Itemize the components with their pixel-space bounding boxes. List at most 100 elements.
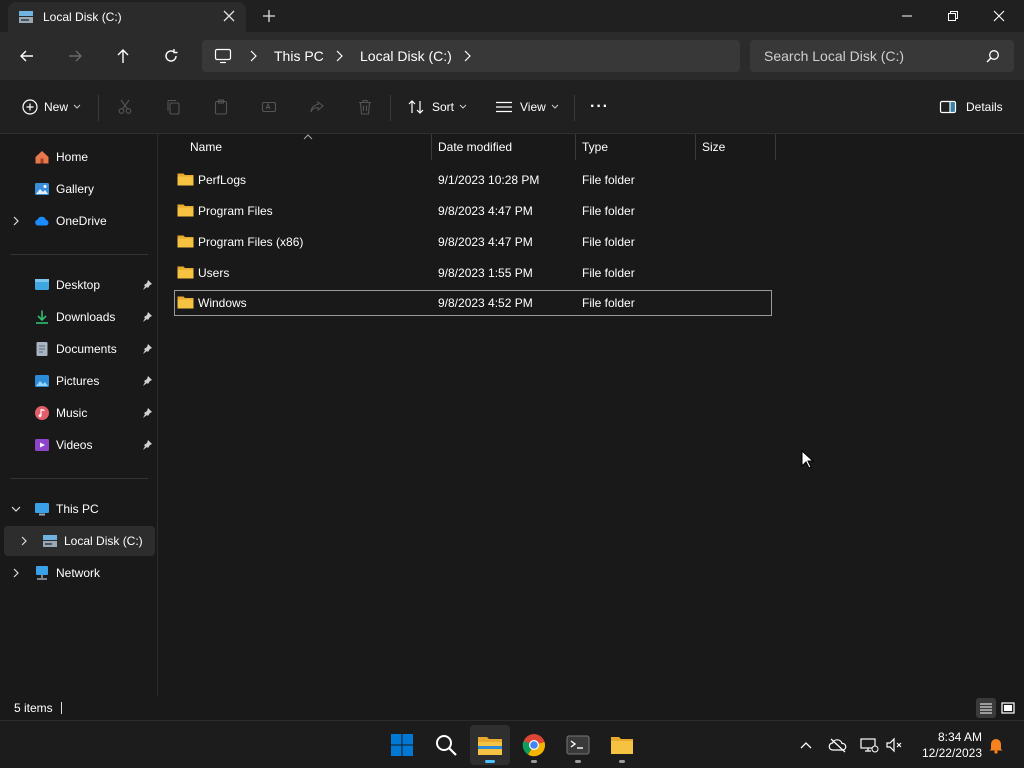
file-date: 9/8/2023 4:47 PM <box>438 235 533 249</box>
column-header-type[interactable]: Type <box>576 134 696 160</box>
chevron-right-icon[interactable] <box>462 50 472 62</box>
file-date: 9/8/2023 1:55 PM <box>438 266 533 280</box>
sidebar-item-downloads[interactable]: Downloads <box>0 302 155 332</box>
sidebar-label-music: Music <box>56 406 88 420</box>
close-window-button[interactable] <box>976 0 1022 32</box>
toolbar-divider <box>390 95 391 121</box>
onedrive-tray-button[interactable] <box>828 735 848 755</box>
sidebar-item-home[interactable]: Home <box>0 142 155 172</box>
sidebar-item-this-pc[interactable]: This PC <box>0 494 155 524</box>
rename-button[interactable] <box>259 97 279 117</box>
breadcrumb-this-pc[interactable]: This PC <box>274 48 324 64</box>
sidebar-item-local-disk[interactable]: Local Disk (C:) <box>0 526 155 556</box>
cloud-offline-icon <box>828 738 847 753</box>
details-button[interactable]: Details <box>938 97 1003 117</box>
file-name: Program Files (x86) <box>198 235 304 249</box>
view-button[interactable]: View <box>494 97 559 117</box>
gallery-icon <box>34 181 50 197</box>
taskbar-file-explorer-active[interactable] <box>470 725 510 765</box>
column-header-name[interactable]: Name <box>160 134 432 160</box>
sidebar-item-videos[interactable]: Videos <box>0 430 155 460</box>
file-row[interactable]: Program Files 9/8/2023 4:47 PM File fold… <box>174 198 772 224</box>
taskbar-folder[interactable] <box>602 725 642 765</box>
paste-button[interactable] <box>211 97 231 117</box>
pin-icon <box>143 344 152 354</box>
sidebar-item-onedrive[interactable]: OneDrive <box>0 206 155 236</box>
taskbar-search-button[interactable] <box>426 725 466 765</box>
search-box[interactable]: Search Local Disk (C:) <box>750 40 1014 72</box>
file-type: File folder <box>582 266 635 280</box>
sidebar-divider <box>10 254 148 255</box>
documents-icon <box>34 341 50 357</box>
sidebar-item-network[interactable]: Network <box>0 558 155 588</box>
sidebar-item-music[interactable]: Music <box>0 398 155 428</box>
network-tray-button[interactable] <box>859 735 879 755</box>
sidebar-item-desktop[interactable]: Desktop <box>0 270 155 300</box>
rename-icon <box>259 97 279 117</box>
status-divider <box>61 702 62 714</box>
system-clock[interactable]: 8:34 AM 12/22/2023 <box>922 729 982 761</box>
running-indicator <box>619 760 625 763</box>
file-row[interactable]: Program Files (x86) 9/8/2023 4:47 PM Fil… <box>174 229 772 255</box>
copy-button[interactable] <box>163 97 183 117</box>
volume-tray-button[interactable] <box>885 735 905 755</box>
column-header-size[interactable]: Size <box>696 134 776 160</box>
details-view-button[interactable] <box>976 698 996 718</box>
taskbar-chrome[interactable] <box>514 725 554 765</box>
taskbar: 8:34 AM 12/22/2023 <box>0 720 1024 768</box>
minimize-button[interactable] <box>884 0 930 32</box>
forward-button[interactable] <box>63 44 87 68</box>
sort-button[interactable]: Sort <box>406 97 467 117</box>
file-row[interactable]: Users 9/8/2023 1:55 PM File folder <box>174 260 772 286</box>
file-row[interactable]: PerfLogs 9/1/2023 10:28 PM File folder <box>174 167 772 193</box>
notifications-button[interactable] <box>986 735 1006 755</box>
delete-button[interactable] <box>355 97 375 117</box>
mouse-cursor-icon <box>801 450 815 469</box>
breadcrumb-local-disk[interactable]: Local Disk (C:) <box>360 48 452 64</box>
new-tab-icon[interactable] <box>262 9 276 23</box>
pin-icon <box>143 440 152 450</box>
column-size-label: Size <box>702 140 726 154</box>
cut-button[interactable] <box>115 97 135 117</box>
search-input[interactable]: Search Local Disk (C:) <box>764 48 904 64</box>
back-button[interactable] <box>15 44 39 68</box>
sidebar-item-pictures[interactable]: Pictures <box>0 366 155 396</box>
file-type: File folder <box>582 204 635 218</box>
sidebar-label-downloads: Downloads <box>56 310 116 324</box>
close-tab-icon[interactable] <box>222 9 236 23</box>
up-button[interactable] <box>111 44 135 68</box>
new-button[interactable]: New <box>20 97 81 117</box>
folder-icon <box>611 737 633 754</box>
file-list-pane: Name Date modified Type Size PerfLogs 9/… <box>160 134 1024 696</box>
view-lines-icon <box>494 97 514 117</box>
column-header-date[interactable]: Date modified <box>432 134 576 160</box>
pin-icon <box>143 376 152 386</box>
taskbar-terminal[interactable] <box>558 725 598 765</box>
minimize-icon <box>902 15 912 17</box>
chevron-up-icon <box>800 742 812 749</box>
sidebar-label-home: Home <box>56 150 89 164</box>
refresh-button[interactable] <box>159 44 183 68</box>
up-arrow-icon <box>117 49 129 63</box>
clock-date: 12/22/2023 <box>921 746 982 760</box>
chrome-icon <box>522 734 546 757</box>
chevron-right-icon <box>336 50 343 62</box>
sidebar-item-documents[interactable]: Documents <box>0 334 155 364</box>
sort-label: Sort <box>432 100 455 114</box>
sidebar-item-gallery[interactable]: Gallery <box>0 174 155 204</box>
view-label: View <box>520 100 546 114</box>
navigation-bar: This PC Local Disk (C:) Search Local Dis… <box>0 32 1024 80</box>
restore-button[interactable] <box>930 0 976 32</box>
new-label: New <box>44 100 69 114</box>
details-view-icon <box>980 703 992 714</box>
drive-icon <box>42 533 58 549</box>
large-icons-view-button[interactable] <box>998 698 1018 718</box>
tab-title: Local Disk (C:) <box>43 10 122 24</box>
show-hidden-icons-button[interactable] <box>796 735 816 755</box>
address-bar[interactable]: This PC Local Disk (C:) <box>202 40 740 72</box>
start-button[interactable] <box>382 725 422 765</box>
file-row-focused[interactable]: Windows 9/8/2023 4:52 PM File folder <box>174 290 772 316</box>
more-options-button[interactable]: ··· <box>590 97 609 117</box>
share-button[interactable] <box>307 97 327 117</box>
tab-local-disk[interactable]: Local Disk (C:) <box>8 2 246 32</box>
